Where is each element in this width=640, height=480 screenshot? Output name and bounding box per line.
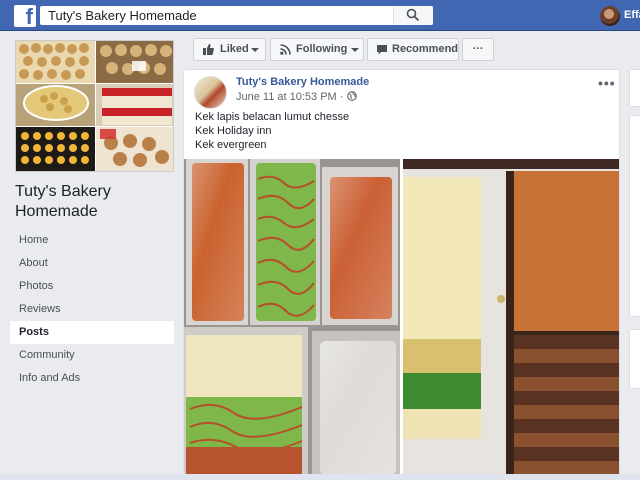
- user-name-link[interactable]: Effa: [624, 9, 640, 21]
- page-profile-photo[interactable]: [15, 40, 174, 172]
- liked-label: Liked: [220, 43, 249, 55]
- page-sidebar-nav: Home About Photos Reviews Posts Communit…: [10, 229, 174, 390]
- more-dots-icon: ···: [472, 43, 484, 55]
- nav-item-photos[interactable]: Photos: [10, 275, 174, 298]
- search-input[interactable]: Tuty's Bakery Homemade: [48, 8, 197, 23]
- user-avatar[interactable]: [600, 6, 620, 26]
- nav-item-home[interactable]: Home: [10, 229, 174, 252]
- post-photos[interactable]: [184, 159, 620, 480]
- chevron-down-icon: [351, 48, 359, 52]
- speech-bubble-icon: [377, 45, 387, 55]
- cookie-collage-image: [16, 41, 173, 171]
- right-card: [629, 69, 640, 107]
- post-timestamp[interactable]: June 11 at 10:53 PM: [236, 91, 337, 103]
- nav-item-info-and-ads[interactable]: Info and Ads: [10, 367, 174, 390]
- recommend-button[interactable]: Recommend: [367, 38, 459, 61]
- thumbs-up-icon: [203, 44, 214, 55]
- liked-button[interactable]: Liked: [193, 38, 266, 61]
- layer-cakes-photo[interactable]: [403, 159, 620, 480]
- cake-containers-photo[interactable]: [184, 159, 400, 480]
- right-column: [629, 69, 640, 480]
- post-author-avatar[interactable]: [194, 76, 227, 109]
- bottom-bar: [0, 474, 640, 480]
- post-text-line: Kek Holiday inn: [195, 125, 272, 137]
- search-box[interactable]: Tuty's Bakery Homemade: [40, 6, 433, 25]
- post-meta: June 11 at 10:53 PM ·: [236, 91, 357, 103]
- page-title-line1: Tuty's Bakery: [15, 183, 111, 200]
- post-message: Kek lapis belacan lumut chesse Kek Holid…: [195, 110, 349, 152]
- search-icon: [406, 8, 420, 22]
- following-button[interactable]: Following: [270, 38, 364, 61]
- right-card: [629, 115, 640, 317]
- globe-icon[interactable]: [346, 91, 357, 101]
- top-navigation-bar: f Tuty's Bakery Homemade Effa: [0, 0, 640, 31]
- search-button[interactable]: [393, 6, 433, 25]
- post-text-line: Kek lapis belacan lumut chesse: [195, 111, 350, 123]
- rss-feed-icon: [280, 44, 291, 55]
- following-label: Following: [296, 43, 348, 55]
- nav-item-reviews[interactable]: Reviews: [10, 298, 174, 321]
- more-actions-button[interactable]: ···: [462, 38, 494, 61]
- post-author-name[interactable]: Tuty's Bakery Homemade: [236, 76, 369, 88]
- chevron-down-icon: [251, 48, 259, 52]
- page-title-line2: Homemade: [15, 203, 98, 220]
- facebook-logo-icon[interactable]: f: [14, 5, 36, 27]
- meta-separator: ·: [339, 91, 344, 103]
- page-title[interactable]: Tuty's Bakery Homemade: [15, 182, 180, 222]
- nav-item-community[interactable]: Community: [10, 344, 174, 367]
- post-options-button[interactable]: •••: [598, 75, 616, 91]
- right-card: [629, 329, 640, 389]
- post-text-line: Kek evergreen: [195, 139, 267, 151]
- recommend-label: Recommend: [392, 43, 459, 55]
- post-card: Tuty's Bakery Homemade June 11 at 10:53 …: [183, 69, 620, 480]
- nav-item-posts[interactable]: Posts: [10, 321, 174, 344]
- nav-item-about[interactable]: About: [10, 252, 174, 275]
